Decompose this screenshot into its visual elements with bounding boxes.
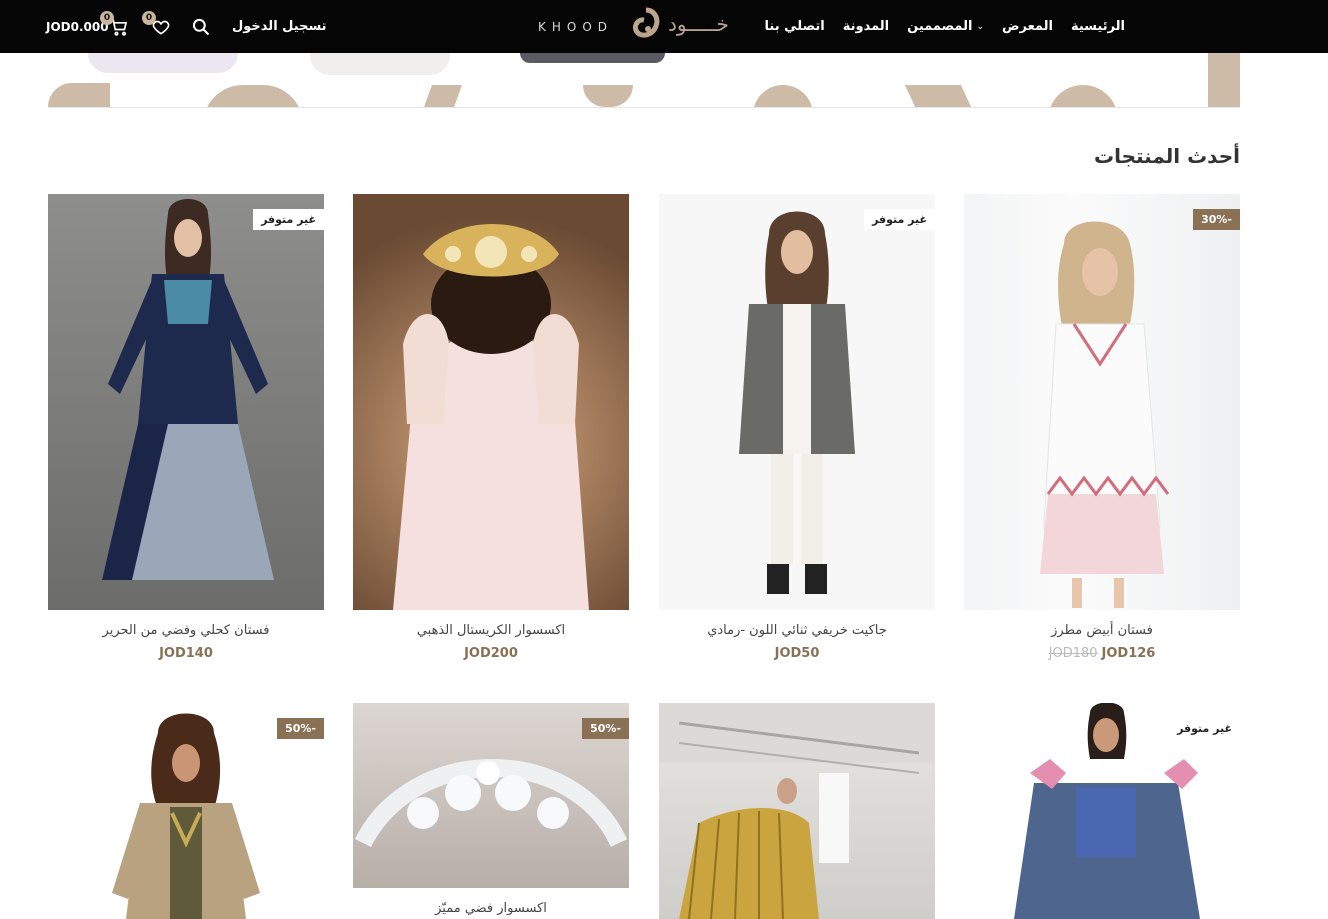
product-old-price: JOD180 xyxy=(1048,646,1098,661)
nav-contact-label: اتصلي بنا xyxy=(764,19,825,34)
product-image[interactable] xyxy=(659,703,935,919)
product-name[interactable]: فستان أبيض مطرز xyxy=(964,623,1240,638)
product-card[interactable]: اكسسوار الكريستال الذهبي JOD200 xyxy=(353,194,629,661)
product-sale-price: JOD126 xyxy=(1101,646,1156,661)
product-price: JOD50 xyxy=(659,646,935,661)
nav-home-label: الرئيسية xyxy=(1070,19,1125,34)
product-card[interactable]: 50%- xyxy=(48,703,324,919)
product-card[interactable]: 50%- اكسسوار فضي مميّز xyxy=(353,703,629,916)
banner-decoration xyxy=(904,85,972,107)
product-photo xyxy=(739,211,855,594)
nav-contact[interactable]: اتصلي بنا xyxy=(765,19,825,34)
logo-arabic-text: خـــــود xyxy=(668,12,729,36)
chevron-down-icon: ⌄ xyxy=(976,21,984,32)
product-name[interactable]: جاكيت خريفي ثنائي اللون -رمادي xyxy=(659,623,935,638)
login-link[interactable]: تسجيل الدخول xyxy=(232,19,327,34)
cart-total[interactable]: JOD0.000 xyxy=(46,20,109,34)
banner-image-fragment xyxy=(520,53,665,63)
product-image[interactable] xyxy=(353,194,629,610)
product-sale-price: JOD200 xyxy=(464,646,518,661)
product-name[interactable]: فستان كحلي وفضي من الحرير xyxy=(48,623,324,638)
search-button[interactable] xyxy=(188,14,214,40)
nav-home[interactable]: الرئيسية xyxy=(1071,19,1125,34)
product-badge: غير متوفر xyxy=(864,209,935,230)
nav-designers-label: المصممين xyxy=(907,19,973,34)
product-price: JOD200 xyxy=(353,646,629,661)
nav-blog-label: المدونة xyxy=(842,19,890,34)
product-badge: 30%- xyxy=(1193,209,1240,230)
banner-image-fragment xyxy=(310,53,450,75)
banner-decoration xyxy=(1208,53,1240,107)
product-image[interactable]: 50%- xyxy=(48,703,324,919)
product-card[interactable] xyxy=(659,703,935,919)
banner-decoration xyxy=(423,85,463,107)
product-card[interactable]: 30%- فستان أبيض مطرز JOD180 JOD126 xyxy=(964,194,1240,661)
banner-decoration xyxy=(203,85,303,107)
product-badge: غير متوفر xyxy=(253,209,324,230)
hero-banner-bottom xyxy=(48,53,1240,108)
product-image[interactable]: 30%- xyxy=(964,194,1240,610)
nav-designers[interactable]: المصممين ⌄ xyxy=(907,19,984,34)
product-name[interactable]: اكسسوار فضي مميّز xyxy=(353,901,629,916)
banner-image-fragment xyxy=(88,53,238,73)
main-menu: الرئيسية المعرض المصممين ⌄ المدونة اتصلي … xyxy=(765,0,1125,53)
product-card[interactable]: غير متوفر xyxy=(964,703,1240,919)
product-price: JOD180 JOD126 xyxy=(964,646,1240,661)
site-logo[interactable]: KHOOD خـــــود xyxy=(538,6,748,48)
product-image[interactable]: 50%- xyxy=(353,703,629,888)
banner-decoration xyxy=(1048,85,1118,107)
product-image[interactable]: غير متوفر xyxy=(964,703,1240,919)
nav-gallery-label: المعرض xyxy=(1002,19,1053,34)
nav-blog[interactable]: المدونة xyxy=(843,19,889,34)
product-sale-price: JOD50 xyxy=(774,646,820,661)
product-badge: 50%- xyxy=(277,718,324,739)
product-image[interactable]: غير متوفر xyxy=(659,194,935,610)
product-badge: غير متوفر xyxy=(1169,718,1240,739)
nav-gallery[interactable]: المعرض xyxy=(1002,19,1053,34)
logo-latin-text: KHOOD xyxy=(538,20,614,34)
wishlist-button[interactable]: 0 xyxy=(142,10,174,40)
product-photo xyxy=(659,703,935,919)
header-actions: JOD0.000 0 0 تسجيل الدخول xyxy=(46,0,327,53)
product-card[interactable]: غير متوفر فستان كحلي وفضي من الحرير JOD1… xyxy=(48,194,324,661)
banner-decoration xyxy=(583,85,633,107)
product-card[interactable]: غير متوفر جاكيت خريفي ثنائي اللون -رمادي… xyxy=(659,194,935,661)
product-photo xyxy=(393,224,589,610)
product-badge: 50%- xyxy=(582,718,629,739)
search-icon xyxy=(192,18,210,35)
cart-button[interactable]: 0 xyxy=(100,10,132,40)
product-photo xyxy=(1040,221,1170,608)
product-price: JOD140 xyxy=(48,646,324,661)
cart-count-badge: 0 xyxy=(100,10,114,25)
wishlist-count-badge: 0 xyxy=(142,10,156,25)
banner-decoration xyxy=(48,83,110,107)
banner-decoration xyxy=(753,85,813,107)
product-photo xyxy=(102,199,274,580)
product-image[interactable]: غير متوفر xyxy=(48,194,324,610)
logo-emblem-icon xyxy=(632,7,660,38)
top-navigation-bar: JOD0.000 0 0 تسجيل الدخول KHOOD خـــــود… xyxy=(0,0,1328,53)
product-sale-price: JOD140 xyxy=(159,646,213,661)
product-name[interactable]: اكسسوار الكريستال الذهبي xyxy=(353,623,629,638)
section-title: أحدث المنتجات xyxy=(1093,144,1240,168)
